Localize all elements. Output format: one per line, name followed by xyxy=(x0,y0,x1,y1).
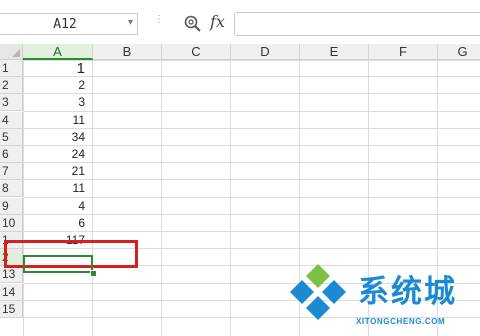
fill-handle[interactable] xyxy=(90,270,97,277)
formula-bar-grip[interactable]: ⋮ xyxy=(154,15,164,33)
row-header-4[interactable]: 4 xyxy=(0,111,23,129)
grid-row-line xyxy=(23,145,480,146)
cell-a6[interactable]: 24 xyxy=(23,146,89,163)
grid-row-line xyxy=(23,231,480,232)
column-header-g[interactable]: G xyxy=(438,44,480,60)
grid-row-line xyxy=(23,179,480,181)
row-header-3[interactable]: 3 xyxy=(0,94,23,112)
zoom-search-icon[interactable] xyxy=(183,14,203,34)
selected-cell-outline[interactable] xyxy=(23,255,93,273)
cell-a2[interactable]: 2 xyxy=(23,77,89,94)
row-header-7[interactable]: 7 xyxy=(0,163,23,181)
row-header-8[interactable]: 8 xyxy=(0,180,23,198)
row-header-14[interactable]: 14 xyxy=(0,283,23,301)
grid-row-line xyxy=(23,127,480,129)
row-header-5[interactable]: 5 xyxy=(0,128,23,146)
cell-a9[interactable]: 4 xyxy=(23,198,89,215)
formula-input[interactable] xyxy=(234,12,480,36)
column-header-f[interactable]: F xyxy=(369,44,438,60)
grid-row-line xyxy=(23,110,480,112)
watermark-domain: XITONGCHENG.COM xyxy=(356,317,446,326)
fx-icon[interactable]: fx xyxy=(210,12,225,31)
name-box[interactable]: A12 ▾ xyxy=(0,13,138,35)
watermark: 系统城 XITONGCHENG.COM xyxy=(284,262,480,336)
column-header-a[interactable]: A xyxy=(23,44,93,60)
grid-column-line xyxy=(230,60,231,336)
watermark-title: 系统城 xyxy=(358,274,457,310)
select-all-button[interactable] xyxy=(0,44,23,60)
name-box-value: A12 xyxy=(53,17,77,32)
cell-a7[interactable]: 21 xyxy=(23,163,89,180)
grid-column-line xyxy=(92,60,93,336)
column-header-b[interactable]: B xyxy=(93,44,162,60)
spreadsheet-window: A12 ▾ ⋮ fx ABCDEFG 1 2 3 4 5 6 7 8 9 10 1 2 13 14 15 1… xyxy=(0,0,480,336)
grid-row-line xyxy=(23,93,480,95)
column-header-e[interactable]: E xyxy=(300,44,369,60)
column-header-c[interactable]: C xyxy=(162,44,231,60)
cell-a10[interactable]: 6 xyxy=(23,215,89,232)
cell-a5[interactable]: 34 xyxy=(23,129,89,146)
cell-a4[interactable]: 11 xyxy=(23,112,89,129)
row-header-15[interactable]: 15 xyxy=(0,300,23,318)
grid-row-line xyxy=(23,162,480,164)
chevron-down-icon[interactable]: ▾ xyxy=(128,17,133,28)
grid-column-line xyxy=(161,60,162,336)
row-header-6[interactable]: 6 xyxy=(0,146,23,163)
column-header-d[interactable]: D xyxy=(231,44,300,60)
cell-a3[interactable]: 3 xyxy=(23,94,89,111)
grid-row-line xyxy=(23,213,480,215)
row-header-1[interactable]: 1 xyxy=(0,60,23,77)
row-header-9[interactable]: 9 xyxy=(0,197,23,215)
formula-bar: A12 ▾ ⋮ fx xyxy=(0,0,480,44)
cell-a8[interactable]: 11 xyxy=(23,180,89,197)
grid-row-line xyxy=(23,76,480,78)
row-header-2[interactable]: 2 xyxy=(0,77,23,95)
grid-row-line xyxy=(23,196,480,198)
cell-a1[interactable]: 1 xyxy=(23,60,89,77)
row-header-10[interactable]: 10 xyxy=(0,214,23,232)
row-header-13[interactable]: 13 xyxy=(0,266,23,284)
watermark-logo-icon xyxy=(290,264,346,320)
